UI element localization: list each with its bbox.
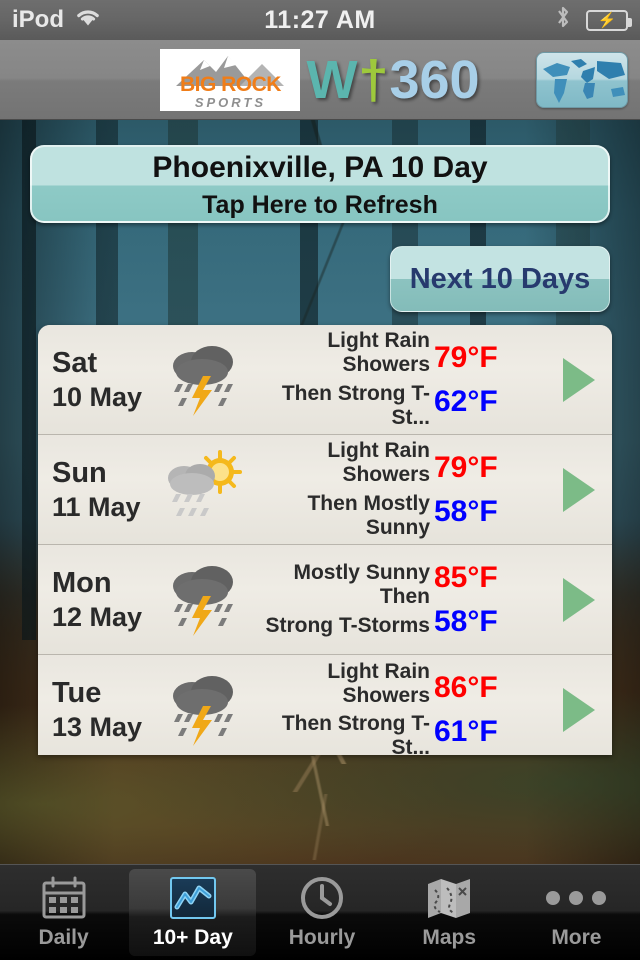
chevron-right-icon[interactable]: [546, 467, 612, 512]
description-column: Light Rain Showers Then Mostly Sunny: [250, 439, 434, 540]
tab-label: 10+ Day: [152, 926, 233, 949]
day-of-week: Sat: [52, 346, 98, 379]
thunderstorm-rain-icon: [158, 560, 250, 640]
wt360-wordmark: W † 360: [306, 53, 479, 107]
carrier-label: iPod: [12, 6, 64, 33]
day-of-week: Sun: [52, 456, 107, 489]
status-bar-left: iPod: [12, 6, 102, 35]
chevron-right-icon[interactable]: [546, 688, 612, 732]
description-column: Light Rain Showers Then Strong T-St...: [250, 660, 434, 755]
app-root: iPod 11:27 AM ⚡ BIG ROCK SPORTS W † 360 …: [0, 0, 640, 960]
day-date: 12 May: [52, 601, 143, 632]
temperature-column: 86°F 61°F: [434, 673, 546, 747]
refresh-hint: Tap Here to Refresh: [202, 191, 438, 219]
tab-maps[interactable]: Maps: [386, 865, 513, 960]
chevron-right-icon[interactable]: [546, 357, 612, 402]
low-temperature: 62°F: [434, 384, 498, 418]
tab-label: More: [551, 926, 602, 949]
line-chart-icon: [169, 875, 216, 921]
brand-header: BIG ROCK SPORTS W † 360: [0, 40, 640, 120]
day-date: 13 May: [52, 712, 143, 742]
description-line-2: Then Mostly Sunny: [307, 491, 430, 539]
sun-behind-rain-cloud-icon: [158, 449, 250, 530]
tab-10-plus-day[interactable]: 10+ Day: [129, 869, 257, 956]
brand-logo-group: BIG ROCK SPORTS W † 360: [160, 48, 480, 111]
tab-more[interactable]: More: [513, 865, 640, 960]
day-of-week: Mon: [52, 566, 112, 599]
world-map-button[interactable]: [536, 52, 628, 108]
low-temperature: 58°F: [434, 494, 498, 528]
description-column: Mostly Sunny Then Strong T-Storms: [250, 561, 434, 637]
forecast-row[interactable]: Tue 13 May Light Rain Showers Then Stron…: [38, 655, 612, 755]
day-column: Sat 10 May: [38, 346, 158, 412]
ellipsis-icon: [546, 875, 607, 921]
tab-label: Hourly: [288, 926, 356, 949]
day-column: Tue 13 May: [38, 679, 158, 741]
status-bar-right: ⚡: [554, 4, 632, 37]
description-line-2: Strong T-Storms: [265, 613, 430, 637]
calendar-icon: [41, 875, 87, 921]
high-temperature: 85°F: [434, 560, 498, 594]
temperature-column: 79°F 62°F: [434, 340, 546, 418]
clock-icon: [299, 875, 345, 921]
description-column: Light Rain Showers Then Strong T-St...: [250, 329, 434, 430]
thunderstorm-rain-icon: [158, 670, 250, 750]
description-line-1: Mostly Sunny Then: [293, 561, 430, 609]
battery-charging-icon: ⚡: [586, 9, 632, 31]
world-map-icon: [543, 59, 625, 103]
day-of-week: Tue: [52, 677, 102, 709]
forecast-list[interactable]: Sat 10 May Light Rain Showers Then Stron…: [38, 325, 612, 755]
high-temperature: 79°F: [434, 450, 498, 484]
tab-label: Daily: [38, 926, 89, 949]
wt360-number: 360: [389, 49, 480, 110]
description-line-1: Light Rain Showers: [327, 659, 430, 707]
wifi-icon: [74, 6, 102, 35]
forecast-row[interactable]: Sat 10 May Light Rain Showers Then Stron…: [38, 325, 612, 435]
wt360-cross-icon: †: [358, 49, 389, 110]
description-line-2: Then Strong T-St...: [281, 712, 430, 755]
status-bar: iPod 11:27 AM ⚡: [0, 0, 640, 40]
forecast-row[interactable]: Mon 12 May Mostly Sunny Then Strong T-St…: [38, 545, 612, 655]
tab-hourly[interactable]: Hourly: [258, 865, 385, 960]
description-line-2: Then Strong T-St...: [281, 381, 430, 429]
day-date: 11 May: [52, 491, 141, 522]
bluetooth-icon: [554, 4, 572, 37]
day-column: Sun 11 May: [38, 456, 158, 522]
low-temperature: 61°F: [434, 715, 498, 748]
tab-daily[interactable]: Daily: [0, 865, 127, 960]
tab-label: Maps: [422, 926, 477, 949]
day-column: Mon 12 May: [38, 566, 158, 632]
description-line-1: Light Rain Showers: [327, 329, 430, 377]
high-temperature: 86°F: [434, 671, 498, 704]
folded-map-icon: [425, 875, 473, 921]
location-refresh-banner[interactable]: Phoenixville, PA 10 Day Tap Here to Refr…: [30, 145, 610, 223]
chevron-right-icon[interactable]: [546, 577, 612, 622]
temperature-column: 85°F 58°F: [434, 560, 546, 638]
tab-bar: Daily 10+ Day Hourly Maps More: [0, 864, 640, 960]
page-title: Phoenixville, PA 10 Day: [152, 150, 488, 184]
high-temperature: 79°F: [434, 340, 498, 374]
sports-label: SPORTS: [194, 94, 267, 110]
next-10-days-label: Next 10 Days: [409, 262, 591, 295]
forecast-row[interactable]: Sun 11 May Light Rain Showers Then Mostl…: [38, 435, 612, 545]
temperature-column: 79°F 58°F: [434, 450, 546, 528]
thunderstorm-rain-icon: [158, 340, 250, 420]
big-rock-label: BIG ROCK: [179, 72, 282, 96]
wt360-w: W: [306, 49, 358, 110]
low-temperature: 58°F: [434, 604, 498, 638]
next-10-days-button[interactable]: Next 10 Days: [390, 246, 610, 312]
big-rock-sports-logo: BIG ROCK SPORTS: [160, 48, 301, 111]
description-line-1: Light Rain Showers: [327, 439, 430, 487]
day-date: 10 May: [52, 381, 143, 412]
